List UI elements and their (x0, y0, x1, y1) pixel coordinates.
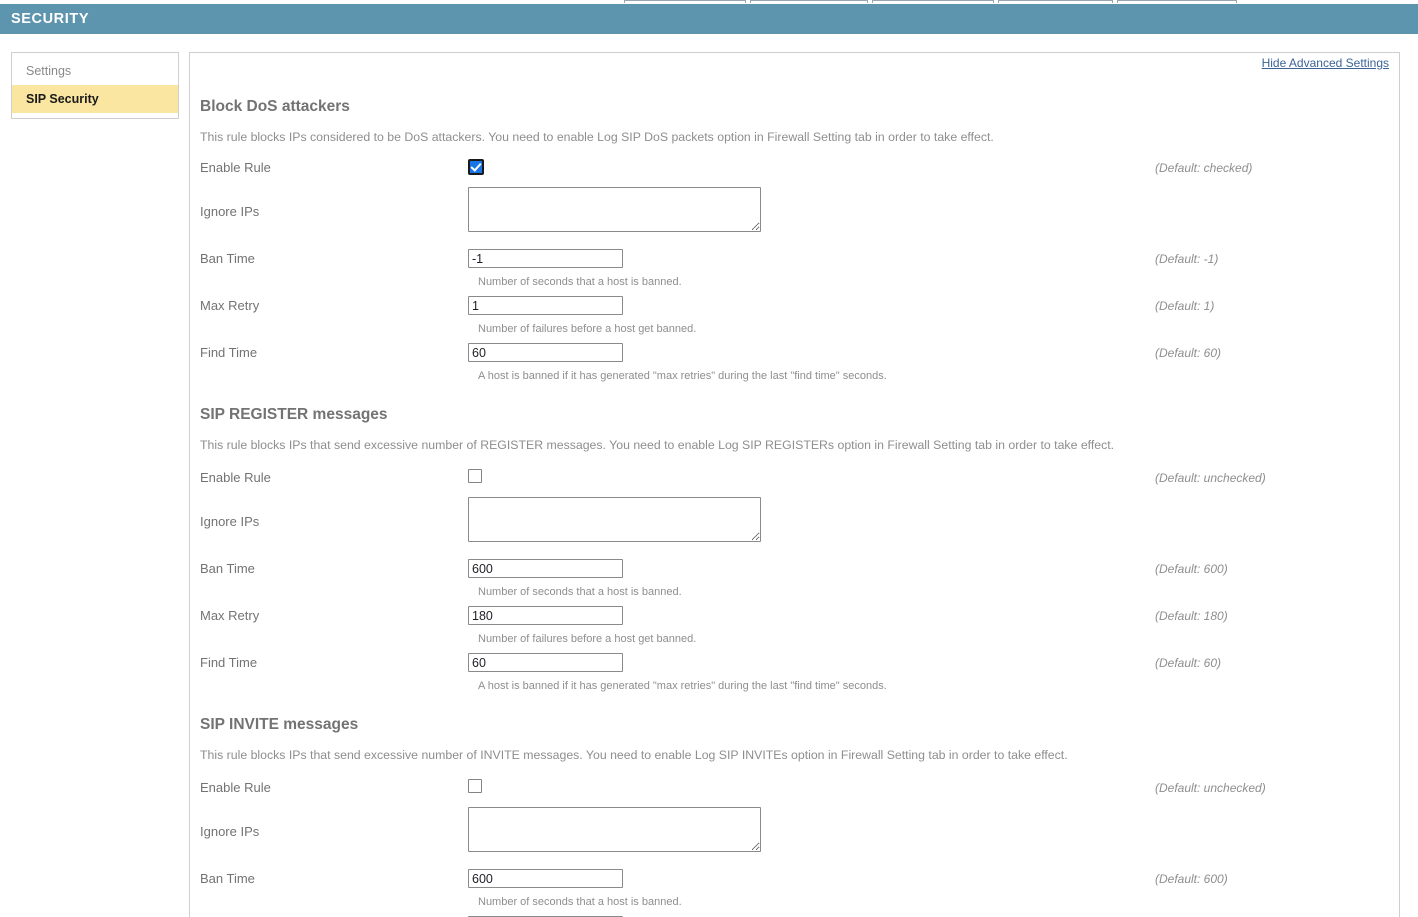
ban-time-help: Number of seconds that a host is banned. (478, 586, 682, 598)
hide-advanced-settings-link[interactable]: Hide Advanced Settings (1262, 56, 1389, 70)
rule-sections: Block DoS attackers This rule blocks IPs … (190, 75, 1399, 917)
max-retry-input[interactable] (468, 606, 623, 625)
ban-time-help: Number of seconds that a host is banned. (478, 896, 682, 908)
section-title: SIP INVITE messages (200, 716, 359, 733)
max-retry-row: Max Retry (Default: 1) (200, 296, 1399, 320)
find-time-help: A host is banned if it has generated "ma… (478, 680, 887, 692)
rule-section: Block DoS attackers This rule blocks IPs … (190, 75, 1399, 383)
ignore-ips-label: Ignore IPs (200, 514, 260, 529)
enable-rule-checkbox[interactable] (468, 469, 482, 483)
enable-rule-checkbox[interactable] (468, 779, 482, 793)
enable-rule-row: Enable Rule (Default: unchecked) (200, 469, 1399, 493)
find-time-label: Find Time (200, 345, 258, 360)
max-retry-default: (Default: 1) (1155, 299, 1215, 313)
section-title: SIP REGISTER messages (200, 406, 388, 423)
max-retry-label: Max Retry (200, 608, 260, 623)
rule-section: SIP REGISTER messages This rule blocks IP… (190, 383, 1399, 693)
advanced-settings-row: Hide Advanced Settings (190, 53, 1399, 75)
enable-rule-row: Enable Rule (Default: checked) (200, 159, 1399, 183)
ban-time-default: (Default: -1) (1155, 252, 1219, 266)
top-tab-stub[interactable] (750, 0, 868, 3)
find-time-input[interactable] (468, 343, 623, 362)
max-retry-row: Max Retry (Default: 180) (200, 606, 1399, 630)
enable-rule-label: Enable Rule (200, 470, 271, 485)
sidebar-item-sip-security[interactable]: SIP Security (12, 85, 178, 113)
max-retry-default: (Default: 180) (1155, 609, 1228, 623)
find-time-default: (Default: 60) (1155, 346, 1222, 360)
sidebar: Settings SIP Security (11, 52, 179, 119)
top-tab-stub[interactable] (624, 0, 746, 3)
ban-time-default: (Default: 600) (1155, 872, 1228, 886)
ignore-ips-row: Ignore IPs (200, 187, 1399, 239)
enable-rule-checkbox[interactable] (468, 159, 484, 175)
max-retry-label: Max Retry (200, 298, 260, 313)
ignore-ips-row: Ignore IPs (200, 807, 1399, 859)
section-description: This rule blocks IPs that send excessive… (200, 748, 1068, 762)
ignore-ips-textarea[interactable] (468, 807, 761, 852)
page-header: SECURITY (0, 4, 1418, 34)
max-retry-help: Number of failures before a host get ban… (478, 633, 697, 645)
ignore-ips-textarea[interactable] (468, 187, 761, 232)
ignore-ips-textarea[interactable] (468, 497, 761, 542)
ignore-ips-label: Ignore IPs (200, 824, 260, 839)
enable-rule-default: (Default: unchecked) (1155, 471, 1266, 485)
ban-time-label: Ban Time (200, 871, 255, 886)
max-retry-input[interactable] (468, 296, 623, 315)
find-time-label: Find Time (200, 655, 258, 670)
ban-time-row: Ban Time (Default: 600) (200, 869, 1399, 893)
page-title: SECURITY (11, 11, 90, 27)
find-time-default: (Default: 60) (1155, 656, 1222, 670)
find-time-row: Find Time (Default: 60) (200, 653, 1399, 677)
enable-rule-label: Enable Rule (200, 780, 271, 795)
find-time-row: Find Time (Default: 60) (200, 343, 1399, 367)
top-tab-stub[interactable] (1117, 0, 1237, 3)
sidebar-item-label: Settings (26, 64, 72, 78)
security-page: SECURITY Settings SIP Security Hide Adva… (0, 0, 1418, 917)
enable-rule-default: (Default: unchecked) (1155, 781, 1266, 795)
enable-rule-label: Enable Rule (200, 160, 271, 175)
rule-section: SIP INVITE messages This rule blocks IPs … (190, 693, 1399, 917)
section-title: Block DoS attackers (200, 98, 350, 115)
ignore-ips-label: Ignore IPs (200, 204, 260, 219)
ban-time-label: Ban Time (200, 251, 255, 266)
ban-time-label: Ban Time (200, 561, 255, 576)
ban-time-help: Number of seconds that a host is banned. (478, 276, 682, 288)
enable-rule-row: Enable Rule (Default: unchecked) (200, 779, 1399, 803)
find-time-input[interactable] (468, 653, 623, 672)
max-retry-help: Number of failures before a host get ban… (478, 323, 697, 335)
section-description: This rule blocks IPs considered to be Do… (200, 130, 994, 144)
top-tab-stub[interactable] (998, 0, 1113, 3)
sidebar-item-settings[interactable]: Settings (12, 57, 178, 85)
top-tab-stub[interactable] (872, 0, 994, 3)
sidebar-item-label: SIP Security (26, 92, 99, 106)
section-description: This rule blocks IPs that send excessive… (200, 438, 1115, 452)
ban-time-default: (Default: 600) (1155, 562, 1228, 576)
main-content-panel: Hide Advanced Settings Block DoS attacke… (189, 52, 1400, 917)
ban-time-row: Ban Time (Default: -1) (200, 249, 1399, 273)
ban-time-input[interactable] (468, 559, 623, 578)
ban-time-row: Ban Time (Default: 600) (200, 559, 1399, 583)
find-time-help: A host is banned if it has generated "ma… (478, 370, 887, 382)
ban-time-input[interactable] (468, 249, 623, 268)
ignore-ips-row: Ignore IPs (200, 497, 1399, 549)
ban-time-input[interactable] (468, 869, 623, 888)
enable-rule-default: (Default: checked) (1155, 161, 1253, 175)
